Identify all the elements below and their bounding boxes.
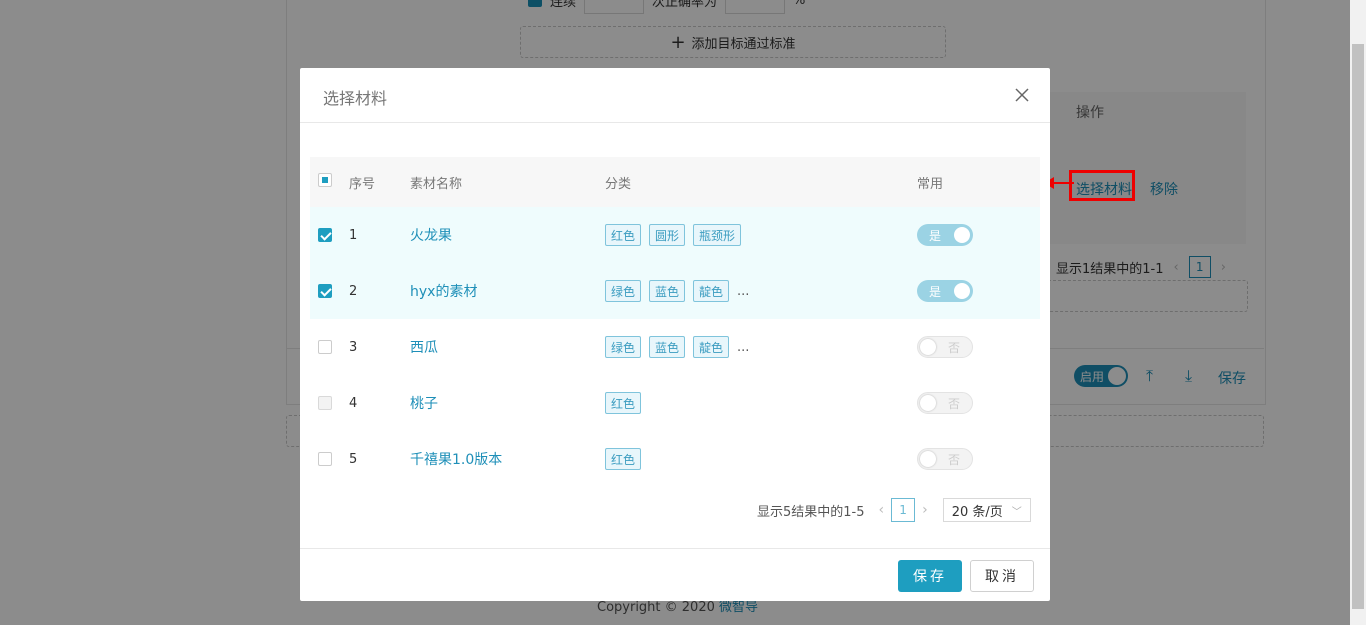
tag: 靛色 — [693, 336, 730, 358]
common-switch-label: 否 — [948, 452, 961, 467]
close-icon[interactable] — [1013, 86, 1031, 104]
chevron-down-icon: ﹀ — [1011, 506, 1022, 518]
row-tags: 绿色 蓝色 靛色 ... — [605, 336, 749, 358]
tag: 蓝色 — [649, 336, 686, 358]
page-scrollbar[interactable] — [1350, 0, 1366, 625]
col-category: 分类 — [605, 176, 632, 192]
select-all-checkbox-box[interactable] — [318, 173, 332, 187]
row-checkbox-box[interactable] — [318, 228, 332, 242]
row-checkbox[interactable] — [318, 284, 332, 298]
common-switch-track[interactable]: 否 — [917, 336, 973, 358]
common-switch[interactable]: 否 — [917, 336, 973, 358]
common-switch-label: 否 — [948, 340, 961, 355]
row-name[interactable]: 火龙果 — [410, 225, 452, 245]
highlight-box — [1069, 170, 1135, 201]
common-switch-label: 是 — [929, 228, 942, 243]
modal-footer: 保存 取消 — [300, 548, 1050, 602]
row-no: 5 — [349, 451, 358, 467]
tag: 绿色 — [605, 280, 642, 302]
tag: 红色 — [605, 392, 642, 414]
row-name[interactable]: 千禧果1.0版本 — [410, 449, 502, 469]
row-tags: 红色 — [605, 448, 642, 470]
select-material-modal: 选择材料 序号 素材名称 分类 常用 1 火龙果 红色 圆形 瓶颈形 是 2 h… — [300, 68, 1050, 601]
row-checkbox-box[interactable] — [318, 452, 332, 466]
switch-knob — [920, 451, 936, 467]
row-tags: 红色 — [605, 392, 642, 414]
row-tags: 红色 圆形 瓶颈形 — [605, 224, 742, 246]
switch-knob — [954, 227, 970, 243]
table-row[interactable]: 4 桃子 红色 否 — [310, 375, 1040, 431]
tag: 红色 — [605, 448, 642, 470]
switch-knob — [920, 395, 936, 411]
common-switch-track[interactable]: 否 — [917, 448, 973, 470]
row-name[interactable]: 桃子 — [410, 393, 438, 413]
common-switch[interactable]: 是 — [917, 224, 973, 246]
save-button[interactable]: 保存 — [898, 560, 962, 592]
common-switch-label: 是 — [929, 284, 942, 299]
more-tags[interactable]: ... — [737, 284, 749, 299]
col-name: 素材名称 — [410, 176, 463, 192]
row-no: 3 — [349, 339, 358, 355]
tag: 圆形 — [649, 224, 686, 246]
row-checkbox — [318, 396, 332, 410]
common-switch[interactable]: 是 — [917, 280, 973, 302]
table-row[interactable]: 5 千禧果1.0版本 红色 否 — [310, 431, 1040, 487]
tag: 瓶颈形 — [693, 224, 742, 246]
prev-page-icon[interactable]: ‹ — [879, 502, 885, 518]
row-checkbox-box[interactable] — [318, 340, 332, 354]
tag: 蓝色 — [649, 280, 686, 302]
row-checkbox[interactable] — [318, 340, 332, 354]
common-switch[interactable]: 否 — [917, 448, 973, 470]
more-tags[interactable]: ... — [737, 340, 749, 355]
select-all-checkbox[interactable] — [318, 173, 332, 187]
row-checkbox[interactable] — [318, 452, 332, 466]
col-no: 序号 — [349, 176, 376, 192]
pager-summary: 显示5结果中的1-5 — [757, 504, 865, 520]
page-size-value: 20 条/页 — [951, 504, 1003, 520]
modal-pager: 显示5结果中的1-5 ‹ 1 › 20 条/页 ﹀ — [757, 498, 1031, 522]
row-tags: 绿色 蓝色 靛色 ... — [605, 280, 749, 302]
common-switch[interactable]: 否 — [917, 392, 973, 414]
table-row[interactable]: 2 hyx的素材 绿色 蓝色 靛色 ... 是 — [310, 263, 1040, 319]
common-switch-track[interactable]: 是 — [917, 224, 973, 246]
table-header: 序号 素材名称 分类 常用 — [310, 157, 1040, 207]
tag: 红色 — [605, 224, 642, 246]
cancel-button[interactable]: 取消 — [970, 560, 1034, 592]
tag: 绿色 — [605, 336, 642, 358]
col-common: 常用 — [917, 176, 944, 192]
row-name[interactable]: hyx的素材 — [410, 281, 477, 301]
common-switch-track[interactable]: 是 — [917, 280, 973, 302]
switch-knob — [954, 283, 970, 299]
common-switch-track[interactable]: 否 — [917, 392, 973, 414]
scrollbar-thumb[interactable] — [1352, 44, 1364, 609]
row-checkbox-box[interactable] — [318, 284, 332, 298]
next-page-icon[interactable]: › — [922, 502, 928, 518]
row-checkbox[interactable] — [318, 228, 332, 242]
modal-title: 选择材料 — [323, 89, 388, 108]
row-name[interactable]: 西瓜 — [410, 337, 438, 357]
row-no: 4 — [349, 395, 358, 411]
table-row[interactable]: 3 西瓜 绿色 蓝色 靛色 ... 否 — [310, 319, 1040, 375]
row-checkbox-box-disabled — [318, 396, 332, 410]
switch-knob — [920, 339, 936, 355]
modal-header: 选择材料 — [300, 68, 1050, 123]
common-switch-label: 否 — [948, 396, 961, 411]
row-no: 2 — [349, 283, 358, 299]
row-no: 1 — [349, 227, 358, 243]
table-row[interactable]: 1 火龙果 红色 圆形 瓶颈形 是 — [310, 207, 1040, 263]
page-size-select[interactable]: 20 条/页 ﹀ — [942, 498, 1031, 522]
page-1[interactable]: 1 — [891, 498, 916, 522]
tag: 靛色 — [693, 280, 730, 302]
